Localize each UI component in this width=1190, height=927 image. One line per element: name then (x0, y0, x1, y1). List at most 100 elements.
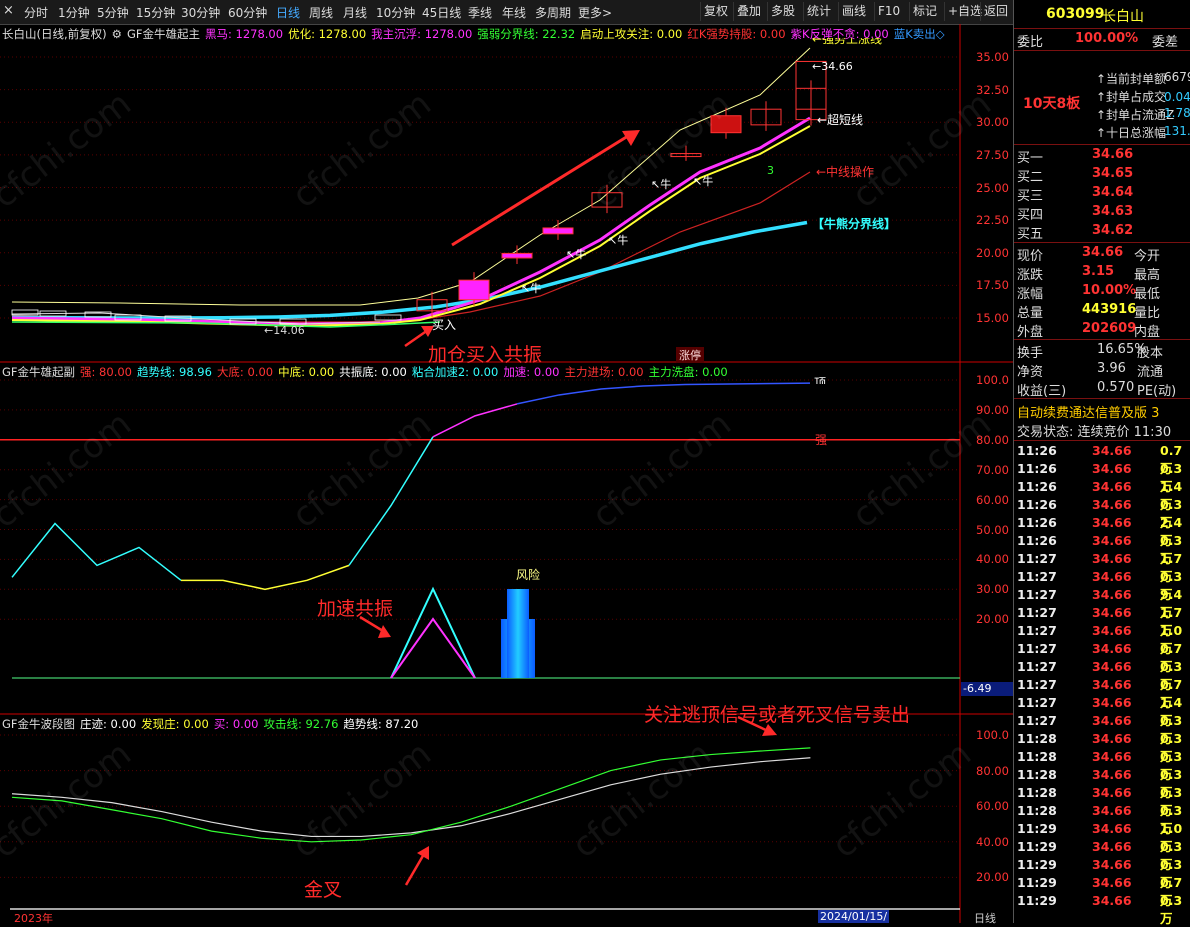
bid-row: 买三 34.64 (1014, 185, 1190, 204)
trade-time: 11:26 (1017, 443, 1057, 458)
trade-row: 11:27 34.66 9.4万 (1014, 587, 1190, 620)
trade-time: 11:27 (1017, 713, 1057, 728)
trade-row: 11:27 34.66 1.7万 (1014, 605, 1190, 638)
stat-row: 换手 16.65% 股本 (1014, 342, 1190, 361)
trade-row: 11:27 34.66 1.7万 (1014, 551, 1190, 584)
trade-row: 11:26 34.66 2.4万 (1014, 515, 1190, 548)
bull-signal-label: ↖牛 (608, 234, 629, 247)
toolbar-action-1[interactable]: 叠加 (733, 2, 764, 21)
trade-price: 34.66 (1092, 515, 1132, 530)
trade-price: 34.66 (1092, 677, 1132, 692)
weicha-label: 委差 (1152, 35, 1179, 50)
trade-price: 34.66 (1092, 641, 1132, 656)
stock-name: 长白山 (1102, 9, 1144, 25)
trade-row: 11:26 34.66 1.4万 (1014, 479, 1190, 512)
seal-row: ↑十日总涨幅131.3 (1014, 124, 1190, 142)
trade-row: 11:28 34.66 0.3万 (1014, 731, 1190, 764)
stat-label-2: 最高 (1134, 268, 1161, 283)
legend-item: 红K强势持股: 0.00 (687, 27, 786, 41)
axis-tick-label: 15.00 (976, 311, 1009, 325)
toolbar-action-5[interactable]: F10 (874, 2, 903, 21)
period-tab-11[interactable]: 季线 (468, 4, 492, 21)
bid-label: 买五 (1017, 227, 1044, 242)
trade-price: 34.66 (1092, 749, 1132, 764)
legend-item: 庄迹: 0.00 (80, 717, 137, 731)
trade-price: 34.66 (1092, 569, 1132, 584)
chart-area[interactable] (0, 24, 1013, 923)
stat-label: 总量 (1017, 306, 1044, 321)
period-tab-10[interactable]: 45日线 (422, 4, 461, 21)
trade-row: 11:29 34.66 0.3万 (1014, 893, 1190, 926)
bid-row: 买五 34.62 (1014, 223, 1190, 242)
stat-row: 涨跌 3.15 最高 (1014, 264, 1190, 283)
trade-time: 11:29 (1017, 821, 1057, 836)
trade-time: 11:27 (1017, 587, 1057, 602)
toolbar-action-7[interactable]: +自选 (944, 2, 985, 21)
trade-row: 11:28 34.66 0.3万 (1014, 785, 1190, 818)
annotation-arrow (404, 853, 426, 886)
period-tab-12[interactable]: 年线 (502, 4, 526, 21)
chart-canvas[interactable] (0, 24, 1013, 923)
trade-row: 11:26 34.66 0.7万 (1014, 443, 1190, 476)
toolbar-action-6[interactable]: 标记 (909, 2, 940, 21)
trade-price: 34.66 (1092, 533, 1132, 548)
trade-price: 34.66 (1092, 821, 1132, 836)
date-left: 2023年 (14, 912, 53, 925)
trade-row: 11:28 34.66 0.3万 (1014, 803, 1190, 836)
risk-label: 风险 (516, 568, 541, 582)
trade-row: 11:27 34.66 0.3万 (1014, 659, 1190, 692)
stat-row: 外盘 202609 内盘 (1014, 321, 1190, 340)
candle (542, 227, 574, 235)
stock-header[interactable]: 603099 长白山 (1014, 0, 1190, 29)
toolbar-action-4[interactable]: 画线 (838, 2, 869, 21)
period-tab-3[interactable]: 15分钟 (136, 4, 175, 21)
close-icon[interactable]: × (3, 3, 14, 18)
seal-row: ↑封单占成交0.04倍 (1014, 88, 1190, 106)
stat-value: 0.570 (1097, 380, 1135, 395)
period-tab-2[interactable]: 5分钟 (97, 4, 129, 21)
bid-label: 买一 (1017, 151, 1044, 166)
trade-time: 11:28 (1017, 749, 1057, 764)
period-tab-9[interactable]: 10分钟 (376, 4, 415, 21)
axis-tick-label: 60.00 (976, 799, 1009, 814)
bull-signal-label: ↖牛 (521, 282, 542, 295)
current-value-badge: -6.49 (961, 682, 1015, 696)
bid-price: 34.65 (1092, 166, 1134, 181)
period-tab-5[interactable]: 60分钟 (228, 4, 267, 21)
period-tab-13[interactable]: 多周期 (535, 4, 571, 21)
stat-value: 202609 (1082, 321, 1137, 336)
axis-tick-label: 25.00 (976, 180, 1009, 195)
axis-tick-label: 40.00 (976, 552, 1009, 567)
toolbar-action-3[interactable]: 统计 (803, 2, 834, 21)
stat-row: 净资 3.96 流通 (1014, 361, 1190, 380)
legend-item: GF金牛雄起主 (126, 27, 200, 41)
high-price-label: ←34.66 (812, 60, 853, 73)
trade-price: 34.66 (1092, 497, 1132, 512)
period-tab-7[interactable]: 周线 (309, 4, 333, 21)
period-tab-0[interactable]: 分时 (24, 4, 48, 21)
news-ticker[interactable]: 自动续费通达信普及版 3 (1017, 402, 1159, 421)
period-tab-4[interactable]: 30分钟 (181, 4, 220, 21)
trend-line-yellow (181, 564, 350, 591)
period-tab-8[interactable]: 月线 (343, 4, 367, 21)
axis-tick-label: 70.00 (976, 462, 1009, 477)
trade-row: 11:27 34.66 0.7万 (1014, 677, 1190, 710)
toolbar-action-2[interactable]: 多股 (767, 2, 798, 21)
trade-time: 11:28 (1017, 731, 1057, 746)
axis-tick-label: 20.00 (976, 245, 1009, 260)
trade-price: 34.66 (1092, 461, 1132, 476)
legend-item: 买: 0.00 (213, 717, 259, 731)
period-tab-6[interactable]: 日线 (276, 4, 300, 21)
bid-label: 买二 (1017, 170, 1044, 185)
stat-label: 净资 (1017, 365, 1044, 380)
period-tab-1[interactable]: 1分钟 (58, 4, 90, 21)
seal-row: ↑当前封单额6679 (1014, 70, 1190, 88)
legend-item: 启动上攻关注: 0.00 (580, 27, 683, 41)
period-tab-14[interactable]: 更多> (578, 4, 612, 21)
axis-tick-label: 22.50 (976, 213, 1009, 228)
candle (458, 279, 490, 301)
toolbar-action-0[interactable]: 复权 (700, 2, 731, 21)
trend-line-cyan (11, 522, 182, 581)
seal-value: 0.04倍 (1164, 90, 1190, 104)
toolbar-action-8[interactable]: 返回 (980, 2, 1011, 21)
